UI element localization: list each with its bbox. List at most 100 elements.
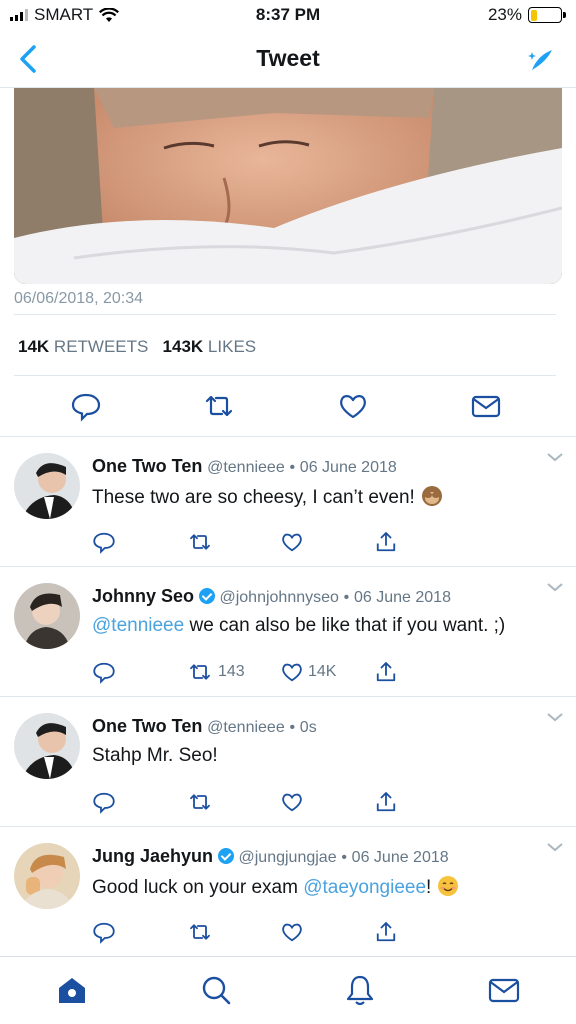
reply-text: Good luck on your exam @taeyongieee! [92, 875, 459, 899]
like-icon [282, 923, 302, 942]
reply-item[interactable]: Jung Jaehyun @jungjungjae • 06 June 2018… [0, 827, 576, 957]
reply-time: 0s [299, 719, 317, 736]
share-icon [376, 922, 396, 942]
author-handle[interactable]: @tennieee [207, 719, 285, 736]
reply-time: 06 June 2018 [351, 849, 449, 866]
avatar[interactable] [14, 713, 80, 779]
see-no-evil-monkey-emoji-icon [421, 486, 442, 506]
reply-text-after: ! [426, 877, 432, 898]
chevron-down-icon[interactable] [546, 841, 564, 853]
status-bar: SMART 8:37 PM 23% [0, 0, 576, 30]
reply-action[interactable] [92, 529, 116, 555]
avatar[interactable] [14, 583, 80, 649]
tweet-stats: 14K RETWEETS 143K LIKES [18, 337, 256, 357]
reply-action[interactable] [92, 919, 116, 945]
author-handle[interactable]: @tennieee [207, 459, 285, 476]
mention-link[interactable]: @tennieee [92, 615, 184, 636]
divider [14, 375, 556, 376]
photo-content [14, 88, 562, 284]
reply-icon[interactable] [70, 390, 102, 422]
reply-time: 06 June 2018 [354, 589, 451, 606]
retweet-action[interactable] [186, 919, 214, 945]
like-icon [282, 663, 302, 682]
likes-count: 143K [162, 337, 204, 356]
retweet-action[interactable] [186, 529, 214, 555]
dm-icon[interactable] [470, 390, 502, 422]
tweet-timestamp: 06/06/2018, 20:34 [14, 290, 144, 307]
reply-time: 06 June 2018 [299, 459, 397, 476]
reply-icon [93, 662, 115, 684]
compose-sparkle-icon[interactable] [526, 46, 554, 72]
page-title: Tweet [256, 45, 320, 71]
share-action[interactable] [374, 789, 398, 815]
search-icon[interactable] [199, 973, 233, 1007]
reply-text-content: Stahp Mr. Seo! [92, 745, 218, 766]
share-icon [376, 792, 396, 812]
battery-icon [528, 7, 566, 23]
author-handle[interactable]: @jungjungjae [239, 849, 337, 866]
chevron-down-icon[interactable] [546, 451, 564, 463]
mention-link[interactable]: @taeyongieee [303, 877, 426, 898]
like-action[interactable] [280, 919, 304, 945]
notifications-icon[interactable] [343, 973, 377, 1007]
like-action[interactable] [280, 789, 304, 815]
reply-header: One Two Ten @tennieee • 0s [92, 716, 317, 737]
author-name[interactable]: One Two Ten [92, 716, 202, 736]
avatar[interactable] [14, 843, 80, 909]
reply-icon [93, 792, 115, 814]
reply-item[interactable]: One Two Ten @tennieee • 06 June 2018 The… [0, 437, 576, 567]
battery-info: 23% [487, 5, 566, 25]
retweets-count: 14K [18, 337, 50, 356]
chevron-down-icon[interactable] [546, 581, 564, 593]
like-count: 14K [308, 663, 337, 680]
reply-text: These two are so cheesy, I can’t even! [92, 485, 443, 509]
reply-icon [93, 922, 115, 944]
separator-dot: • [343, 589, 350, 606]
likes-label: LIKES [207, 337, 257, 356]
share-action[interactable] [374, 919, 398, 945]
separator-dot: • [341, 849, 347, 866]
reply-icon [93, 532, 115, 554]
author-name[interactable]: Johnny Seo [92, 586, 194, 606]
tweet-actions [0, 384, 576, 428]
retweet-icon [190, 794, 210, 810]
retweet-action[interactable] [186, 789, 214, 815]
author-name[interactable]: One Two Ten [92, 456, 202, 476]
chevron-down-icon[interactable] [546, 711, 564, 723]
reply-text-content: These two are so cheesy, I can’t even! [92, 487, 415, 508]
battery-fill [530, 9, 538, 21]
home-icon[interactable] [55, 973, 89, 1007]
nav-bar: Tweet [0, 30, 576, 88]
reply-header: Johnny Seo @johnjohnnyseo • 06 June 2018 [92, 586, 451, 607]
tweet-photo[interactable] [14, 88, 562, 284]
share-icon [376, 532, 396, 552]
share-action[interactable] [374, 529, 398, 555]
author-handle[interactable]: @johnjohnnyseo [219, 589, 338, 606]
retweet-icon[interactable] [203, 390, 235, 422]
like-action[interactable]: 14K [280, 659, 336, 685]
like-action[interactable] [280, 529, 304, 555]
messages-icon[interactable] [487, 973, 521, 1007]
reply-item[interactable]: One Two Ten @tennieee • 0s Stahp Mr. Seo… [0, 697, 576, 827]
smiling-face-emoji-icon [438, 876, 459, 896]
like-icon[interactable] [337, 390, 369, 422]
author-name[interactable]: Jung Jaehyun [92, 846, 213, 866]
retweets-label: RETWEETS [53, 337, 149, 356]
avatar[interactable] [14, 453, 80, 519]
like-icon [282, 533, 302, 552]
retweet-action[interactable]: 143 [186, 659, 245, 685]
tab-bar [0, 956, 576, 1024]
reply-header: Jung Jaehyun @jungjungjae • 06 June 2018 [92, 846, 449, 867]
like-icon [282, 793, 302, 812]
reply-text: @tennieee we can also be like that if yo… [92, 615, 505, 637]
share-action[interactable] [374, 659, 398, 685]
reply-item[interactable]: Johnny Seo @johnjohnnyseo • 06 June 2018… [0, 567, 576, 697]
divider [14, 314, 556, 315]
reply-action[interactable] [92, 659, 116, 685]
retweets-stat[interactable]: 14K RETWEETS [18, 337, 148, 356]
battery-percent: 23% [487, 5, 522, 24]
retweet-icon [190, 924, 210, 940]
likes-stat[interactable]: 143K LIKES [163, 337, 257, 356]
reply-action[interactable] [92, 789, 116, 815]
separator-dot: • [289, 719, 296, 736]
